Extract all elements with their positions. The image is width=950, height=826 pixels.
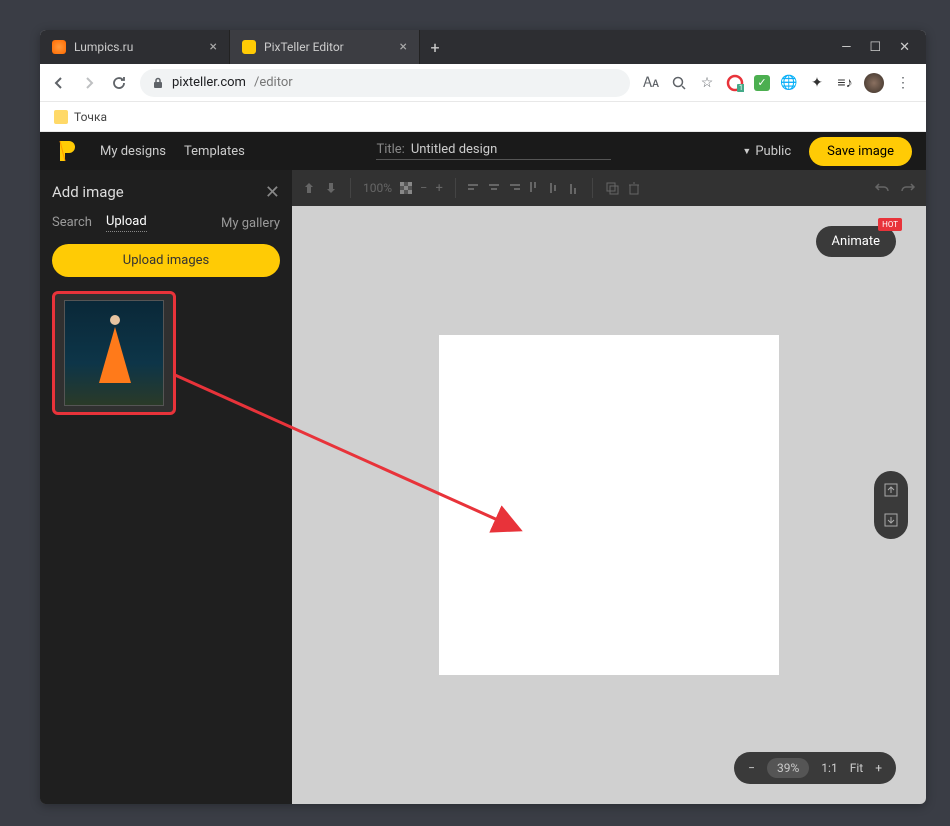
bookmarks-bar: Точка <box>40 102 926 132</box>
minimize-icon[interactable]: — <box>841 40 851 55</box>
delete-icon[interactable] <box>627 181 641 195</box>
address-bar: pixteller.com/editor 🗛 ☆ 1 ✓ 🌐 ✦ ≡♪ ⋮ <box>40 64 926 102</box>
title-label: Title: <box>376 142 404 157</box>
menu-icon[interactable]: ⋮ <box>894 74 912 92</box>
tab-search[interactable]: Search <box>52 215 92 232</box>
redo-icon[interactable] <box>900 180 916 196</box>
minus-icon[interactable]: − <box>420 181 427 196</box>
close-icon[interactable]: × <box>400 39 407 55</box>
tab-lumpics[interactable]: Lumpics.ru × <box>40 30 230 64</box>
align-right-icon[interactable] <box>508 182 520 194</box>
tab-title: Lumpics.ru <box>74 40 133 54</box>
reload-button[interactable] <box>110 74 128 92</box>
canvas[interactable] <box>439 335 779 675</box>
extension-check-icon[interactable]: ✓ <box>754 75 770 91</box>
app-header: My designs Templates Title: Untitled des… <box>40 132 926 170</box>
star-icon[interactable]: ☆ <box>698 74 716 92</box>
align-center-icon[interactable] <box>488 182 500 194</box>
align-middle-icon[interactable] <box>548 182 560 194</box>
opacity-value: 100% <box>363 181 392 195</box>
plus-icon[interactable]: + <box>435 181 442 196</box>
opacity-icon[interactable] <box>400 182 412 194</box>
titlebar: Lumpics.ru × PixTeller Editor × + — ☐ ✕ <box>40 30 926 64</box>
favicon-pixteller <box>242 40 256 54</box>
lock-icon <box>152 77 164 89</box>
panel-title: Add image <box>52 183 124 201</box>
window-controls: — ☐ ✕ <box>825 40 926 55</box>
extension-icons: 🗛 ☆ 1 ✓ 🌐 ✦ ≡♪ ⋮ <box>642 73 916 93</box>
layer-down-icon[interactable] <box>324 181 338 195</box>
close-icon[interactable]: × <box>210 39 217 55</box>
sidebar: Add image ✕ Search Upload My gallery Upl… <box>40 170 292 804</box>
align-top-icon[interactable] <box>528 182 540 194</box>
canvas-area: 100% − + <box>292 170 926 804</box>
zoom-percent[interactable]: 39% <box>767 758 809 778</box>
search-icon[interactable] <box>670 74 688 92</box>
url-host: pixteller.com <box>172 75 246 90</box>
avatar-icon[interactable] <box>864 73 884 93</box>
title-value[interactable]: Untitled design <box>411 142 611 157</box>
zoom-out-button[interactable]: − <box>748 761 755 775</box>
url-path: /editor <box>254 75 293 90</box>
upload-images-button[interactable]: Upload images <box>52 244 280 277</box>
visibility-label: Public <box>755 144 791 159</box>
extension-globe-icon[interactable]: 🌐 <box>780 74 798 92</box>
zoom-in-button[interactable]: + <box>875 761 882 775</box>
thumbnail-image <box>64 300 164 406</box>
my-gallery-link[interactable]: My gallery <box>221 216 280 231</box>
canvas-toolbar: 100% − + <box>292 170 926 206</box>
folder-icon <box>54 110 68 124</box>
align-bottom-icon[interactable] <box>568 182 580 194</box>
close-icon[interactable]: ✕ <box>899 40 910 55</box>
url-bar[interactable]: pixteller.com/editor <box>140 69 630 97</box>
app: My designs Templates Title: Untitled des… <box>40 132 926 804</box>
chevron-down-icon: ▼ <box>742 146 751 157</box>
panel-header: Add image ✕ <box>52 170 280 214</box>
forward-button[interactable] <box>80 74 98 92</box>
tab-upload[interactable]: Upload <box>106 214 147 232</box>
playlist-icon[interactable]: ≡♪ <box>836 74 854 92</box>
design-title-group[interactable]: Title: Untitled design <box>376 142 610 160</box>
panel-tabs: Search Upload My gallery <box>52 214 280 232</box>
translate-icon[interactable]: 🗛 <box>642 74 660 92</box>
tab-pixteller[interactable]: PixTeller Editor × <box>230 30 420 64</box>
hot-badge: HOT <box>878 218 902 231</box>
uploaded-thumbnail[interactable] <box>52 291 176 415</box>
close-icon[interactable]: ✕ <box>265 182 280 203</box>
import-icon[interactable] <box>880 509 902 531</box>
nav-my-designs[interactable]: My designs <box>100 144 166 159</box>
duplicate-icon[interactable] <box>605 181 619 195</box>
visibility-dropdown[interactable]: ▼ Public <box>742 144 791 159</box>
extensions-icon[interactable]: ✦ <box>808 74 826 92</box>
bookmark-item[interactable]: Точка <box>74 110 107 124</box>
zoom-ratio[interactable]: 1:1 <box>821 761 837 775</box>
canvas-viewport[interactable]: Animate HOT − 39% 1:1 Fit + <box>292 206 926 804</box>
layer-up-icon[interactable] <box>302 181 316 195</box>
undo-icon[interactable] <box>874 180 890 196</box>
maximize-icon[interactable]: ☐ <box>869 40 881 55</box>
export-icon[interactable] <box>880 479 902 501</box>
extension-opera-icon[interactable]: 1 <box>726 74 744 92</box>
browser-window: Lumpics.ru × PixTeller Editor × + — ☐ ✕ … <box>40 30 926 804</box>
tab-title: PixTeller Editor <box>264 40 344 54</box>
side-tools <box>874 471 908 539</box>
favicon-lumpics <box>52 40 66 54</box>
nav-templates[interactable]: Templates <box>184 144 245 159</box>
animate-button[interactable]: Animate HOT <box>816 226 896 257</box>
save-button[interactable]: Save image <box>809 137 912 166</box>
align-left-icon[interactable] <box>468 182 480 194</box>
back-button[interactable] <box>50 74 68 92</box>
logo[interactable] <box>54 137 82 165</box>
zoom-fit[interactable]: Fit <box>850 761 863 775</box>
tab-strip: Lumpics.ru × PixTeller Editor × + <box>40 30 825 64</box>
new-tab-button[interactable]: + <box>420 30 450 64</box>
zoom-controls: − 39% 1:1 Fit + <box>734 752 896 784</box>
svg-text:1: 1 <box>739 84 743 92</box>
app-body: Add image ✕ Search Upload My gallery Upl… <box>40 170 926 804</box>
